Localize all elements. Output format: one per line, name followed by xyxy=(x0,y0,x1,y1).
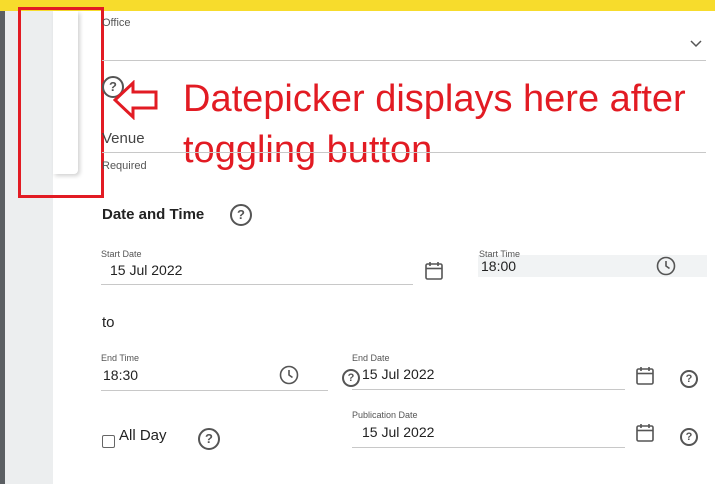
publication-date-label: Publication Date xyxy=(352,410,418,420)
start-date-value[interactable]: 15 Jul 2022 xyxy=(110,262,182,278)
publication-date-value[interactable]: 15 Jul 2022 xyxy=(362,424,434,440)
end-time-value[interactable]: 18:30 xyxy=(103,367,138,383)
publication-date-underline[interactable] xyxy=(352,447,625,448)
help-icon[interactable]: ? xyxy=(198,428,220,450)
arrow-left-icon xyxy=(113,80,158,120)
section-title: Date and Time xyxy=(102,206,205,223)
chevron-down-icon[interactable] xyxy=(690,38,702,48)
clock-icon[interactable] xyxy=(656,256,676,276)
help-icon[interactable]: ? xyxy=(230,204,252,226)
end-date-label: End Date xyxy=(352,353,390,363)
clock-icon[interactable] xyxy=(279,365,299,385)
venue-input-underline[interactable] xyxy=(102,152,706,153)
top-accent-bar xyxy=(0,0,715,11)
venue-required-hint: Required xyxy=(102,160,147,172)
calendar-icon[interactable] xyxy=(636,423,654,442)
all-day-checkbox[interactable] xyxy=(102,435,115,448)
help-icon[interactable]: ? xyxy=(680,428,698,446)
start-date-label: Start Date xyxy=(101,249,142,259)
office-label: Office xyxy=(102,17,131,29)
start-time-value[interactable]: 18:00 xyxy=(481,258,516,274)
annotation-text: Datepicker displays here after toggling … xyxy=(183,78,686,171)
calendar-icon[interactable] xyxy=(636,366,654,385)
to-text: to xyxy=(102,314,115,331)
start-date-underline[interactable] xyxy=(101,284,413,285)
venue-placeholder[interactable]: Venue xyxy=(102,130,145,147)
end-date-underline[interactable] xyxy=(352,389,625,390)
help-icon[interactable]: ? xyxy=(680,370,698,388)
end-date-value[interactable]: 15 Jul 2022 xyxy=(362,366,434,382)
office-dropdown-underline[interactable] xyxy=(102,60,706,61)
end-time-underline[interactable] xyxy=(101,390,328,391)
annotation-highlight-box xyxy=(18,7,104,198)
end-time-label: End Time xyxy=(101,353,140,363)
calendar-icon[interactable] xyxy=(425,261,443,280)
all-day-label[interactable]: All Day xyxy=(119,427,167,444)
help-icon[interactable]: ? xyxy=(342,369,360,387)
